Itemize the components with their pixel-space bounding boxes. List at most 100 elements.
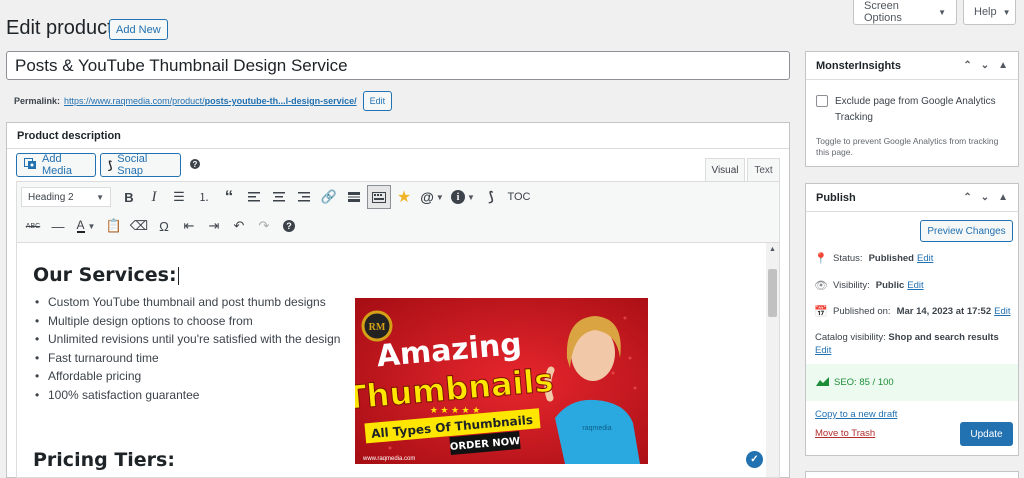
italic-icon[interactable]: I [142,185,166,209]
move-up-icon[interactable]: ⌃ [963,192,971,203]
paste-text-icon[interactable]: 📋 [102,214,126,238]
published-value: Mar 14, 2023 at 17:52 [896,306,992,317]
eye-icon: 👁 [814,280,828,292]
tab-text[interactable]: Text [747,158,780,181]
bold-icon[interactable]: B [117,185,141,209]
special-character-icon[interactable]: Ω [152,214,176,238]
list-item: Custom YouTube thumbnail and post thumb … [33,293,353,312]
move-up-icon[interactable]: ⌃ [963,60,971,71]
link-icon[interactable]: 🔗 [317,185,341,209]
permalink-slug: posts-youtube-th...l-design-service/ [204,96,357,106]
product-description-title: Product description [7,123,789,149]
svg-text:RM: RM [369,322,386,333]
scroll-up-icon[interactable]: ▲ [769,246,776,253]
visibility-edit-link[interactable]: Edit [907,280,923,291]
tab-visual[interactable]: Visual [705,158,745,181]
thumbnail-url: www.raqmedia.com [362,456,415,462]
seo-score: SEO: 85 / 100 [834,377,894,388]
help-button[interactable]: Help ▼ [963,0,1016,25]
permalink-link[interactable]: https://www.raqmedia.com/product/posts-y… [64,96,357,106]
keyboard-shortcuts-icon[interactable]: ? [277,214,301,238]
exclude-analytics-checkbox[interactable] [816,95,828,107]
published-edit-link[interactable]: Edit [994,306,1010,317]
seo-icon [816,376,829,389]
editor-scrollbar[interactable]: ▲ [766,242,780,478]
social-snap-icon[interactable]: ⟆ [479,185,503,209]
indent-icon[interactable]: ⇥ [202,214,226,238]
align-left-icon[interactable] [242,185,266,209]
visibility-value: Public [875,280,905,291]
toolbar-toggle-icon[interactable] [367,185,391,209]
align-center-icon[interactable] [267,185,291,209]
visibility-label: Visibility: [833,280,870,291]
format-select[interactable]: Heading 2 ▼ [21,187,111,207]
thumbnail-image[interactable]: RM Amazing Thumbnails ★ ★ ★ ★ ★ All Type… [355,298,648,464]
list-item: Fast turnaround time [33,349,353,368]
published-on-row: 📅 Published on: Mar 14, 2023 at 17:52 Ed… [814,305,1010,318]
toc-button[interactable]: TOC [504,185,534,209]
copy-to-draft-link[interactable]: Copy to a new draft [815,409,897,420]
chevron-down-icon: ▼ [1002,7,1011,17]
social-snap-icon: ⟆ [108,159,113,172]
catalog-visibility-row: Catalog visibility: Shop and search resu… [815,331,1013,357]
move-down-icon[interactable]: ⌄ [981,192,989,203]
page-title: Edit product [6,17,113,39]
publish-title: Publish [816,191,856,204]
heading-our-services-text: Our Services: [33,264,177,286]
preview-changes-button[interactable]: Preview Changes [920,220,1013,242]
screen-options-label: Screen Options [864,0,902,24]
redo-icon[interactable]: ↷ [252,214,276,238]
published-label: Published on: [833,306,891,317]
update-button[interactable]: Update [960,422,1013,446]
heading-pricing-tiers: Pricing Tiers: [33,449,175,471]
media-icon [24,157,37,173]
monsterinsights-help: Toggle to prevent Google Analytics from … [816,136,999,157]
horizontal-line-icon[interactable]: — [46,214,70,238]
status-row: 📍 Status: Published Edit [814,252,933,265]
star-icon[interactable]: ★ [392,185,416,209]
list-item: 100% satisfaction guarantee [33,386,353,405]
blockquote-icon[interactable]: “ [217,185,241,209]
strikethrough-icon[interactable]: ABC [21,214,45,238]
monsterinsights-box: MonsterInsights ⌃ ⌄ ▲ Exclude page from … [805,51,1019,167]
scrollbar-thumb[interactable] [768,269,777,317]
monsterinsights-icon[interactable]: @ ▼ [417,185,447,209]
add-new-button[interactable]: Add New [109,19,168,40]
social-snap-button[interactable]: ⟆ Social Snap [100,153,181,177]
grammar-check-icon[interactable]: ✓ [746,451,763,468]
next-sidebar-box [805,471,1019,478]
editor-content[interactable]: Our Services: Custom YouTube thumbnail a… [16,242,766,478]
move-down-icon[interactable]: ⌄ [981,60,989,71]
undo-icon[interactable]: ↶ [227,214,251,238]
screen-options-button[interactable]: Screen Options ▼ [853,0,957,25]
text-cursor [177,266,179,285]
collapse-icon[interactable]: ▲ [998,192,1008,203]
move-to-trash-link[interactable]: Move to Trash [815,428,875,439]
collapse-icon[interactable]: ▲ [998,60,1008,71]
exclude-analytics-label: Exclude page from Google Analytics Track… [835,96,996,123]
align-right-icon[interactable] [292,185,316,209]
list-item: Multiple design options to choose from [33,312,353,331]
visibility-row: 👁 Visibility: Public Edit [814,279,924,292]
info-icon[interactable]: i ▼ [448,185,478,209]
clear-formatting-icon[interactable]: ⌫ [127,214,151,238]
add-media-button[interactable]: Add Media [16,153,96,177]
permalink: Permalink: https://www.raqmedia.com/prod… [14,91,393,111]
status-label: Status: [833,253,863,264]
help-label: Help [974,6,997,18]
bullet-list-icon[interactable]: ☰ [167,185,191,209]
permalink-edit-button[interactable]: Edit [362,91,393,111]
status-edit-link[interactable]: Edit [917,253,933,264]
permalink-label: Permalink: [14,96,61,106]
help-icon[interactable]: ? [190,159,200,169]
calendar-icon: 📅 [814,306,828,318]
monsterinsights-title: MonsterInsights [816,59,901,72]
numbered-list-icon[interactable]: ⒈ [192,185,216,209]
outdent-icon[interactable]: ⇤ [177,214,201,238]
catalog-edit-link[interactable]: Edit [815,345,831,356]
permalink-base: https://www.raqmedia.com/product/ [64,96,205,106]
read-more-icon[interactable] [342,185,366,209]
text-color-icon[interactable]: A ▼ [71,214,101,238]
post-title-input[interactable]: Posts & YouTube Thumbnail Design Service [6,51,790,80]
chevron-down-icon: ▼ [96,192,104,202]
